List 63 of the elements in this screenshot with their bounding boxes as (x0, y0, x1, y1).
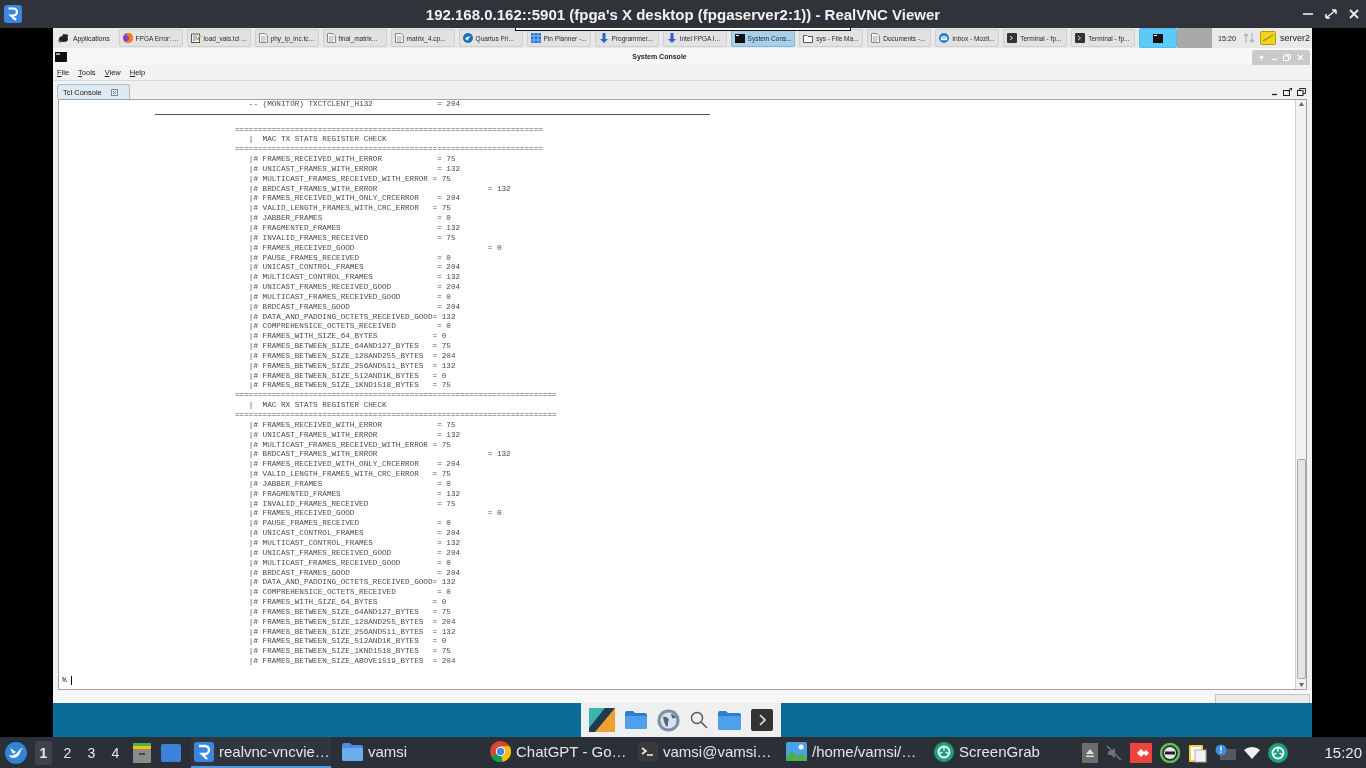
speaker-muted-icon[interactable] (1106, 744, 1123, 761)
notepad-pencil-icon (190, 33, 201, 43)
workspace-button[interactable]: 3 (83, 740, 100, 765)
document-icon (871, 33, 881, 43)
taskbar-clock[interactable]: 15:20 (1324, 744, 1366, 761)
monitor-alert-icon[interactable] (1215, 743, 1237, 762)
taskbar-window-button[interactable]: ChatGPT - Go… (487, 737, 627, 768)
grid-icon (530, 33, 541, 43)
triangles-icon[interactable] (588, 708, 615, 732)
shutter-icon[interactable] (1268, 742, 1289, 763)
globe-icon[interactable] (656, 708, 680, 732)
mouse-icon (58, 33, 70, 43)
taskbar-window-button[interactable]: vamsi@vamsi… (635, 737, 775, 768)
folder-icon[interactable] (624, 711, 647, 729)
terminal-icon (1007, 33, 1018, 43)
app-logo-icon (194, 741, 214, 762)
ring-icon[interactable] (1160, 742, 1181, 763)
wifi-icon[interactable] (1244, 746, 1261, 759)
folder-icon (803, 33, 814, 43)
workspace-button[interactable]: 2 (59, 740, 76, 765)
down-arrow-icon[interactable] (1297, 682, 1305, 688)
terminal-icon (638, 741, 658, 762)
shutter-icon (934, 741, 954, 762)
globe-icon (122, 33, 133, 43)
search-icon[interactable] (689, 711, 708, 729)
bird-logo-icon[interactable] (5, 741, 27, 764)
restore-icon[interactable] (1297, 87, 1306, 96)
arrow-down-icon (598, 33, 609, 43)
up-arrow-icon[interactable] (1297, 101, 1305, 107)
clipboard-icon[interactable] (1188, 742, 1208, 763)
window-icon[interactable] (161, 743, 181, 762)
taskbar-window-button[interactable]: realvnc-vncvie… (191, 737, 331, 768)
terminal-icon[interactable] (750, 709, 773, 731)
text-cursor (70, 676, 72, 686)
taskbar-window-button[interactable]: vamsi (339, 737, 479, 768)
window-task-button[interactable] (1139, 28, 1178, 48)
circle-segments-icon (490, 741, 511, 762)
panel-gap (1177, 28, 1212, 48)
archive-icon[interactable] (133, 742, 151, 763)
document-icon (258, 33, 268, 43)
hostname-label: server2 (1280, 33, 1311, 43)
terminal-icon (1153, 33, 1164, 43)
folder-icon[interactable] (717, 710, 741, 730)
document-icon (394, 33, 404, 43)
terminal-icon (734, 33, 745, 43)
taskbar-window-button[interactable]: ScreenGrab (931, 737, 1071, 768)
workspace-button[interactable]: 1 (35, 740, 52, 765)
window-title: 192.168.0.162::5901 (fpga's X desktop (fpgaserver2:1)) - RealVNC Viewer (425, 5, 941, 23)
vertical-scrollbar[interactable] (1295, 100, 1306, 689)
envelope-icon (939, 33, 950, 43)
eject-icon[interactable] (1082, 742, 1099, 763)
workspace-button[interactable]: 4 (107, 740, 124, 765)
document-icon (326, 33, 336, 43)
folder-icon (342, 742, 363, 761)
terminal-icon (1075, 33, 1086, 43)
scrollbar-thumb[interactable] (1296, 459, 1306, 679)
arrow-down-icon (666, 33, 677, 43)
maximize-icon[interactable] (1283, 87, 1292, 96)
taskbar-window-button[interactable]: /home/vamsi/… (783, 737, 923, 768)
app-logo-icon (4, 5, 22, 23)
image-icon (786, 742, 807, 761)
circle-logo-icon (462, 33, 473, 43)
expand-arrows-icon[interactable] (1324, 8, 1338, 20)
